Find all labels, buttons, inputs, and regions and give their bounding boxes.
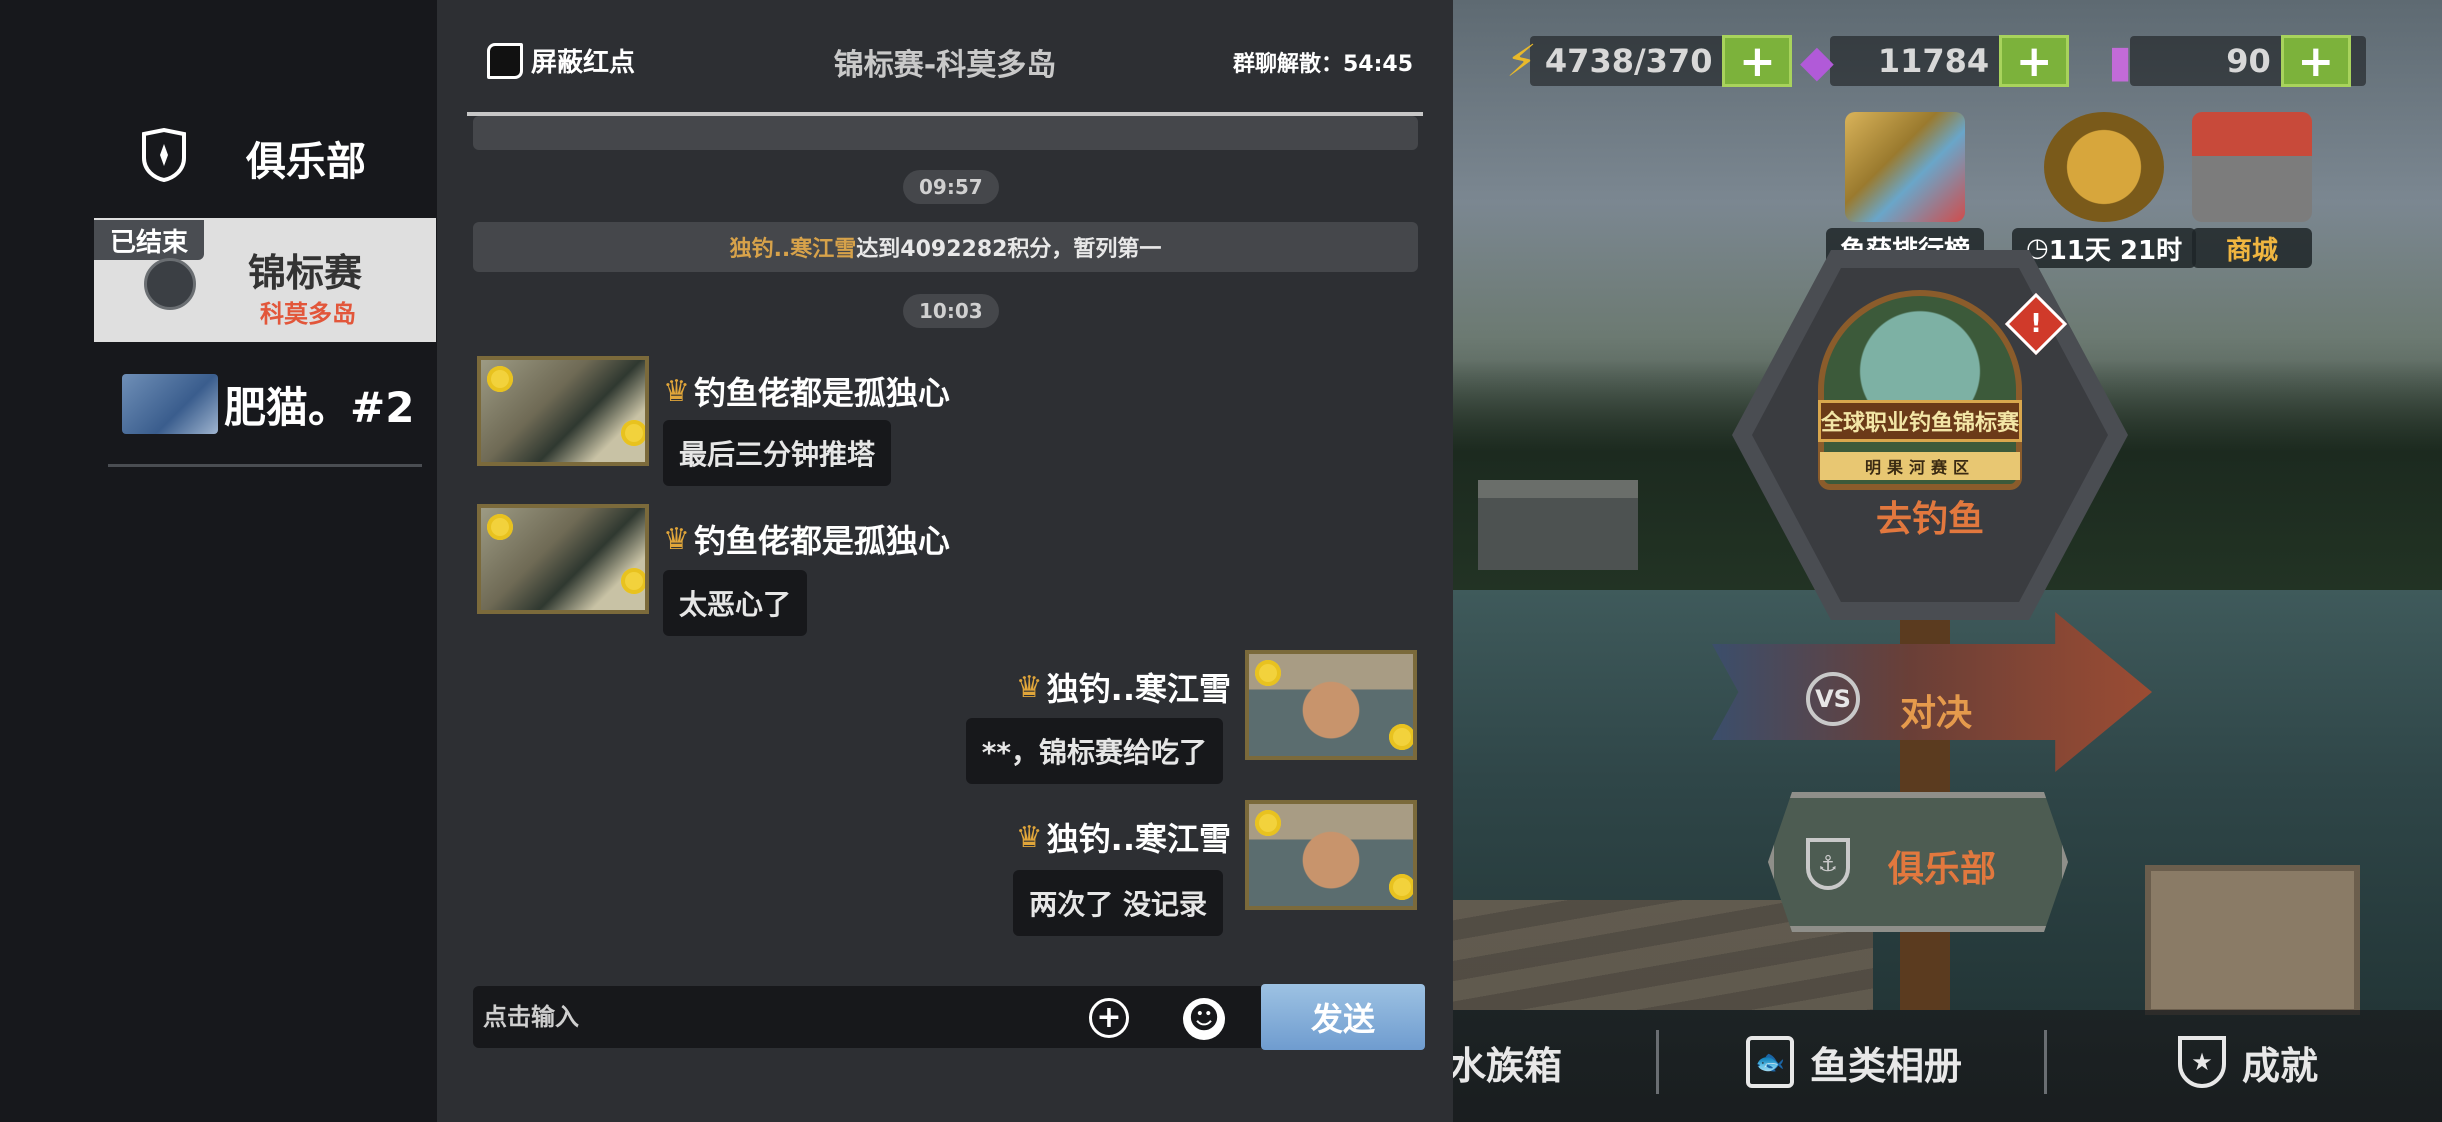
club-sign-label[interactable]: 俱乐部	[1888, 840, 1996, 892]
globe-icon	[144, 258, 196, 310]
club-sidebar: 俱乐部 已结束 锦标赛 科莫多岛 肥猫。#2	[0, 0, 437, 1122]
sidebar-item-tournament-sub: 科莫多岛	[260, 300, 356, 328]
message-author-name: 独钓..寒江雪	[1046, 820, 1231, 858]
sidebar-item-tournament-name: 锦标赛	[248, 251, 363, 295]
flower-icon	[1389, 874, 1413, 900]
crown-icon: ♛	[663, 373, 690, 409]
energy-add-button[interactable]: +	[1722, 35, 1793, 87]
chat-panel: 屏蔽红点 锦标赛-科莫多岛 群聊解散：54:45 09:57 独钓..寒江雪 达…	[437, 0, 1453, 1122]
chat-input[interactable]	[473, 986, 1013, 1048]
flower-icon	[487, 514, 513, 540]
tickets-resource: ▮ 90 +	[2108, 32, 2351, 90]
club-title: 俱乐部	[246, 139, 366, 185]
sidebar-header: 俱乐部	[142, 128, 366, 188]
emblem-title: 全球职业钓鱼锦标赛	[1818, 400, 2022, 442]
timestamp: 10:03	[903, 294, 999, 328]
sidebar-item-fatcat-label: 肥猫。#2	[224, 382, 415, 432]
message-author-name: 钓鱼佬都是孤独心	[693, 522, 950, 560]
gems-value: 11784	[1877, 42, 1990, 80]
album-icon: 🐟	[1746, 1036, 1794, 1088]
message-author: ♛ 独钓..寒江雪	[1016, 814, 1231, 860]
go-fish-label[interactable]: 去钓鱼	[1732, 490, 2128, 542]
shop-button[interactable]: 商城	[2192, 112, 2312, 268]
crate-scenery	[2145, 865, 2360, 1015]
sidebar-item-tournament[interactable]: 已结束 锦标赛 科莫多岛	[94, 218, 436, 342]
cabin-scenery	[1478, 480, 1638, 570]
flower-icon	[621, 568, 645, 594]
ended-badge: 已结束	[94, 220, 204, 260]
club-shield-icon	[142, 128, 186, 182]
flower-icon	[1255, 660, 1281, 686]
gems-add-button[interactable]: +	[1999, 35, 2070, 87]
gems-resource: ◆ 11784 +	[1800, 32, 2070, 90]
sidebar-divider	[108, 464, 422, 467]
crown-icon: ♛	[1015, 819, 1043, 855]
ticket-icon: ▮	[2108, 35, 2133, 87]
leaderboard-button[interactable]: 鱼获排行榜	[1826, 112, 1985, 268]
disband-timer: 群聊解散：54:45	[1232, 52, 1413, 77]
avatar[interactable]	[1245, 650, 1417, 760]
lightning-icon: ⚡	[1506, 35, 1537, 87]
event-timer-text: 11天 21时	[2048, 235, 2183, 266]
gem-icon: ◆	[1800, 35, 1834, 87]
message-author-name: 钓鱼佬都是孤独心	[693, 374, 950, 412]
nav-fish-album[interactable]: 🐟 鱼类相册	[1746, 1032, 1962, 1092]
message-author: ♛ 钓鱼佬都是孤独心	[663, 368, 950, 414]
shopping-cart-icon	[2192, 112, 2312, 222]
message-bubble: 最后三分钟推塔	[663, 420, 892, 486]
sidebar-item-fatcat[interactable]: 肥猫。#2	[122, 374, 422, 434]
message-bubble: 两次了 没记录	[1013, 870, 1223, 936]
nav-separator	[1656, 1030, 1659, 1094]
nav-separator	[2044, 1030, 2047, 1094]
nav-aquarium-label: 水族箱	[1448, 1043, 1563, 1088]
nav-album-label: 鱼类相册	[1810, 1043, 1963, 1088]
system-message-user: 独钓..寒江雪	[729, 237, 857, 262]
send-button[interactable]: 发送	[1261, 984, 1425, 1050]
nav-aquarium[interactable]: 水族箱	[1448, 1032, 1562, 1092]
flower-icon	[1389, 724, 1413, 750]
message-author: ♛ 独钓..寒江雪	[1016, 664, 1231, 710]
event-timer: ◷ 11天 21时	[2012, 228, 2197, 268]
message-bubble: **，锦标赛给吃了	[965, 718, 1223, 784]
avatar[interactable]	[477, 356, 649, 466]
message-bubble: 太恶心了	[663, 570, 808, 636]
chat-header: 屏蔽红点 锦标赛-科莫多岛 群聊解散：54:45	[437, 0, 1453, 116]
nav-achievements-label: 成就	[2242, 1043, 2319, 1088]
flower-icon	[1255, 810, 1281, 836]
event-button[interactable]: ◷ 11天 21时	[2012, 112, 2197, 268]
star-shield-icon: ★	[2178, 1036, 2226, 1088]
crown-icon: ♛	[663, 521, 690, 557]
energy-resource: ⚡ 4738/370 +	[1506, 32, 1793, 90]
message-author-name: 独钓..寒江雪	[1046, 670, 1231, 708]
duel-label[interactable]: 对决	[1900, 684, 1972, 736]
tickets-add-button[interactable]: +	[2280, 35, 2351, 87]
timestamp: 09:57	[903, 170, 999, 204]
golden-fish-icon	[2044, 112, 2165, 222]
emblem-subtitle: 明果河赛区	[1820, 452, 2020, 480]
system-message-clipped	[473, 116, 1418, 150]
chat-input-bar: + ☻ 发送	[473, 984, 1425, 1050]
fish-thumbnail	[122, 374, 218, 434]
crown-icon: ♛	[1015, 669, 1043, 705]
flower-icon	[487, 366, 513, 392]
tickets-value: 90	[2226, 42, 2271, 80]
anchor-shield-icon: ⚓	[1806, 838, 1850, 890]
nav-achievements[interactable]: ★ 成就	[2178, 1032, 2318, 1092]
shop-label: 商城	[2192, 228, 2312, 268]
avatar[interactable]	[1245, 800, 1417, 910]
add-attachment-button[interactable]: +	[1089, 998, 1129, 1038]
message-author: ♛ 钓鱼佬都是孤独心	[663, 516, 950, 562]
avatar[interactable]	[477, 504, 649, 614]
flower-icon	[621, 420, 645, 446]
energy-value: 4738/370	[1544, 42, 1713, 80]
system-message: 独钓..寒江雪 达到4092282积分，暂列第一	[473, 222, 1418, 272]
system-message-text: 达到4092282积分，暂列第一	[856, 237, 1162, 262]
emoji-button[interactable]: ☻	[1183, 998, 1225, 1040]
vs-icon: VS	[1806, 672, 1860, 726]
trophy-icon	[1845, 112, 1965, 222]
